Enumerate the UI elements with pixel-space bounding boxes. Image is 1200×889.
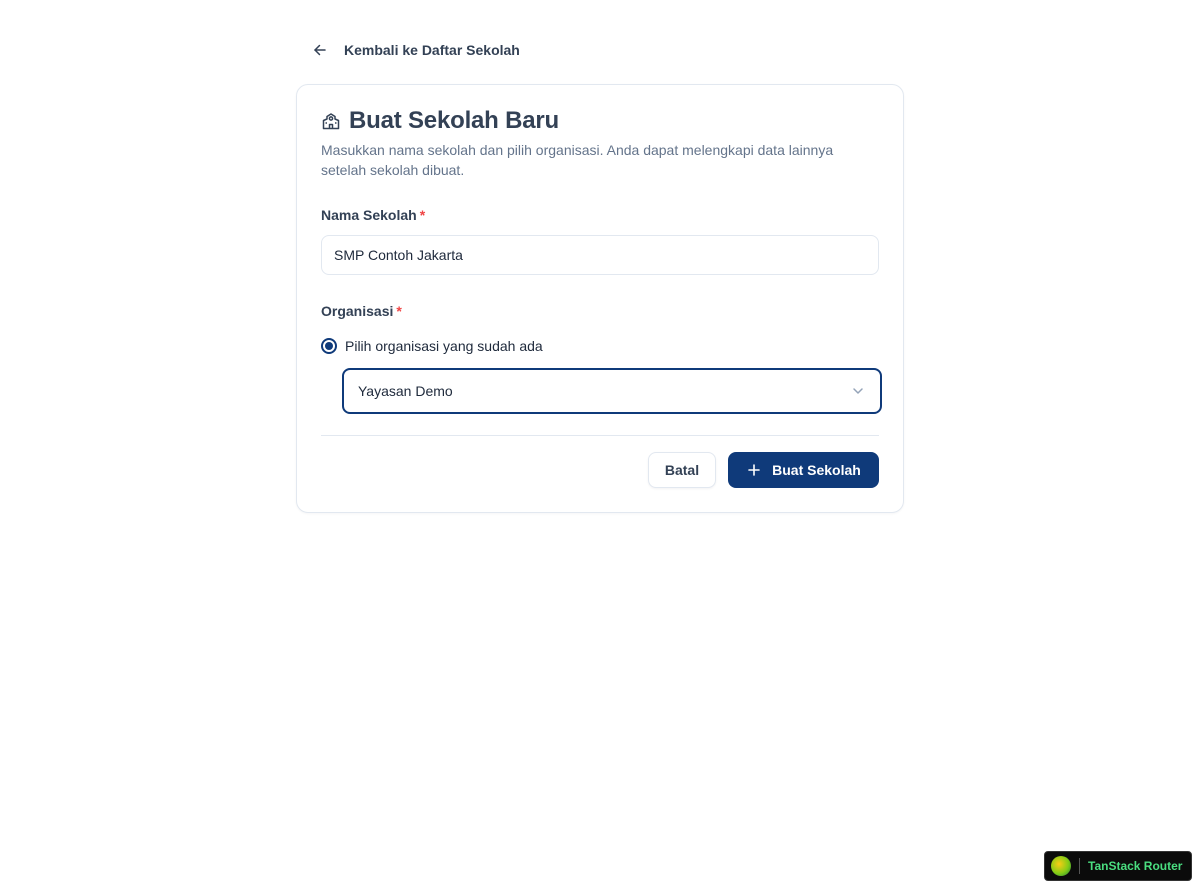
organization-label-text: Organisasi xyxy=(321,303,394,319)
required-mark: * xyxy=(419,207,426,223)
card-description: Masukkan nama sekolah dan pilih organisa… xyxy=(321,142,834,178)
radio-selected-dot xyxy=(325,342,333,350)
back-to-school-list-link[interactable]: Kembali ke Daftar Sekolah xyxy=(308,36,524,64)
radio-button[interactable] xyxy=(321,338,337,354)
create-school-button[interactable]: Buat Sekolah xyxy=(728,452,879,488)
arrow-left-icon xyxy=(312,42,328,58)
create-school-button-label: Buat Sekolah xyxy=(772,462,861,478)
organization-select[interactable]: Yayasan Demo xyxy=(342,368,882,414)
create-school-card: Buat Sekolah Baru Masukkan nama sekolah … xyxy=(296,84,904,513)
back-link-label: Kembali ke Daftar Sekolah xyxy=(344,42,520,58)
radio-label: Pilih organisasi yang sudah ada xyxy=(345,338,543,354)
existing-organization-radio[interactable]: Pilih organisasi yang sudah ada xyxy=(321,338,543,354)
page: Kembali ke Daftar Sekolah Buat Sekolah B… xyxy=(0,0,1200,889)
organization-select-value: Yayasan Demo xyxy=(358,383,453,399)
devtools-separator xyxy=(1079,858,1080,874)
required-mark: * xyxy=(396,303,402,319)
school-name-label: Nama Sekolah * xyxy=(321,207,425,223)
card-header: Buat Sekolah Baru xyxy=(321,107,559,135)
school-name-value: SMP Contoh Jakarta xyxy=(334,247,463,263)
school-name-input[interactable]: SMP Contoh Jakarta xyxy=(321,235,879,275)
plus-icon xyxy=(746,462,762,478)
tanstack-logo-icon xyxy=(1051,856,1071,876)
devtools-label: TanStack Router xyxy=(1088,859,1183,873)
chevron-down-icon xyxy=(850,383,866,399)
school-icon xyxy=(321,111,341,131)
school-name-label-text: Nama Sekolah xyxy=(321,207,417,223)
organization-label: Organisasi * xyxy=(321,303,402,319)
cancel-button-label: Batal xyxy=(664,462,700,478)
tanstack-router-devtools-toggle[interactable]: TanStack Router xyxy=(1044,851,1192,881)
cancel-button[interactable]: Batal xyxy=(648,452,716,488)
page-title: Buat Sekolah Baru xyxy=(349,107,559,134)
form-divider xyxy=(321,435,879,436)
